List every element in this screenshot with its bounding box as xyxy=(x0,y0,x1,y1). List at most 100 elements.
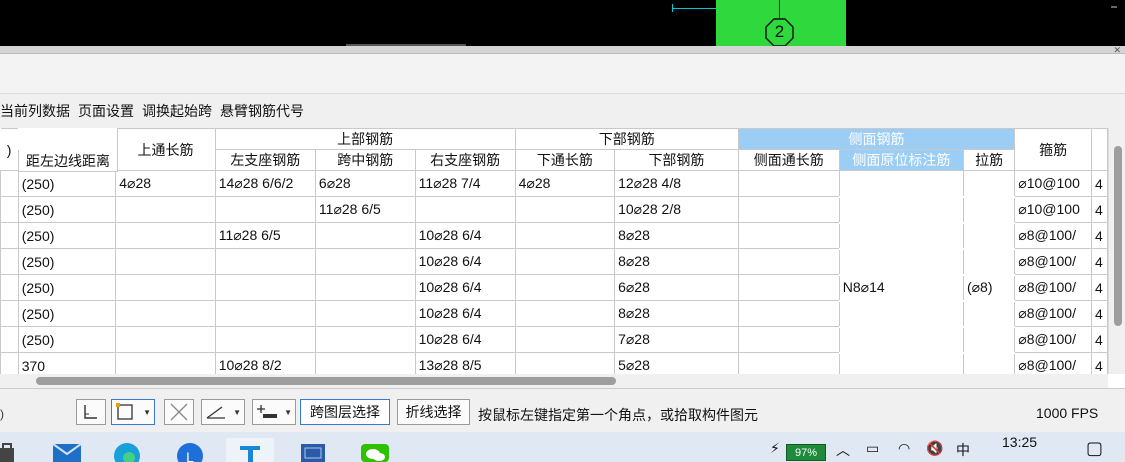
cell-top-through[interactable] xyxy=(115,222,216,249)
row-lead-cell[interactable] xyxy=(0,222,19,249)
menu-page-setup[interactable]: 页面设置 xyxy=(78,101,134,121)
wechat-icon[interactable] xyxy=(360,438,390,462)
cell-bottom-through[interactable] xyxy=(514,300,616,327)
edge-browser-icon[interactable] xyxy=(112,438,142,462)
cell-top-through[interactable] xyxy=(115,326,216,353)
header-side-rebar[interactable]: 侧面钢筋 xyxy=(737,128,1016,150)
cell-tie-bar[interactable]: (⌀8) xyxy=(962,274,1016,302)
cell-tie-bar[interactable] xyxy=(962,326,1016,354)
cell-mid-span[interactable] xyxy=(314,300,416,327)
cell-side-through[interactable] xyxy=(737,352,840,374)
wifi-icon[interactable]: ◠ xyxy=(898,440,910,457)
cell-stirrup[interactable]: ⌀8@100/ xyxy=(1014,248,1092,275)
cell-bottom-rebar[interactable]: 8⌀28 xyxy=(614,300,739,327)
cell-side-through[interactable] xyxy=(737,300,840,327)
cell-bottom-through[interactable] xyxy=(514,248,616,275)
cell-side-original[interactable] xyxy=(838,196,964,224)
select-box-button[interactable]: ▼ xyxy=(111,399,155,425)
menu-swap-start-span[interactable]: 调换起始跨 xyxy=(142,101,212,121)
cell-side-original[interactable] xyxy=(838,326,964,354)
delete-button[interactable] xyxy=(164,399,194,425)
cell-right-support[interactable]: 10⌀28 6/4 xyxy=(414,222,516,249)
polyline-select-button[interactable]: 折线选择 xyxy=(397,399,470,425)
row-lead-cell[interactable] xyxy=(0,196,19,223)
cell-side-original[interactable]: N8⌀14 xyxy=(838,274,964,302)
menu-cantilever-code[interactable]: 悬臂钢筋代号 xyxy=(220,101,304,121)
table-row[interactable]: 370 10⌀28 8/2 13⌀28 8/5 5⌀28 ⌀8@100/4 xyxy=(0,352,1108,374)
cell-bottom-through[interactable] xyxy=(514,222,616,249)
cell-side-original[interactable] xyxy=(838,352,964,374)
cell-extra[interactable]: 4 xyxy=(1090,196,1108,223)
cell-side-through[interactable] xyxy=(737,196,840,223)
cell-left-support[interactable]: 10⌀28 8/2 xyxy=(214,352,316,374)
cell-mid-span[interactable] xyxy=(314,222,416,249)
cell-bottom-rebar[interactable]: 5⌀28 xyxy=(614,352,739,374)
vertical-scroll-thumb[interactable] xyxy=(1114,146,1122,326)
gtj-app-icon[interactable] xyxy=(226,438,274,462)
cell-left-support[interactable]: 11⌀28 6/5 xyxy=(214,222,316,249)
cell-tie-bar[interactable] xyxy=(962,196,1016,224)
row-lead-cell[interactable] xyxy=(0,352,19,374)
cell-right-support[interactable]: 10⌀28 6/4 xyxy=(414,274,516,301)
cell-side-through[interactable] xyxy=(737,274,840,301)
cell-stirrup[interactable]: ⌀10@100 xyxy=(1014,170,1092,197)
power-plug-icon[interactable]: ⚡ xyxy=(770,440,780,457)
cell-left-edge-distance[interactable]: (250) xyxy=(17,300,117,327)
cell-left-edge-distance[interactable]: (250) xyxy=(17,170,117,197)
cell-tie-bar[interactable] xyxy=(962,170,1016,198)
cell-mid-span[interactable] xyxy=(314,248,416,275)
cell-left-support[interactable] xyxy=(214,248,316,275)
table-row[interactable]: (250) 11⌀28 6/5 10⌀28 2/8 ⌀10@100 4 xyxy=(0,196,1108,224)
cell-top-through[interactable] xyxy=(115,352,216,374)
notification-icon[interactable]: ▢ xyxy=(1086,438,1103,459)
ime-indicator[interactable]: 中 xyxy=(956,440,970,460)
cell-stirrup[interactable]: ⌀10@100 xyxy=(1014,196,1092,223)
chevron-up-icon[interactable]: ︿ xyxy=(836,440,850,460)
cell-bottom-through[interactable] xyxy=(514,196,616,223)
cell-extra[interactable]: 4 xyxy=(1090,248,1108,275)
cell-stirrup[interactable]: ⌀8@100/ xyxy=(1014,274,1092,301)
cell-bottom-rebar[interactable]: 7⌀28 xyxy=(614,326,739,353)
cell-left-edge-distance[interactable]: (250) xyxy=(17,326,117,353)
row-lead-cell[interactable] xyxy=(0,170,19,197)
table-row[interactable]: (250) 11⌀28 6/5 10⌀28 6/4 8⌀28 ⌀8@100/4 xyxy=(0,222,1108,250)
cell-extra[interactable]: 4 xyxy=(1090,274,1108,301)
table-row[interactable]: (250) 10⌀28 6/4 6⌀28 N8⌀14 (⌀8) ⌀8@100/4 xyxy=(0,274,1108,302)
table-row[interactable]: (250) 10⌀28 6/4 8⌀28 ⌀8@100/4 xyxy=(0,248,1108,276)
cell-side-through[interactable] xyxy=(737,170,840,197)
cell-side-original[interactable] xyxy=(838,300,964,328)
cell-bottom-rebar[interactable]: 6⌀28 xyxy=(614,274,739,301)
cell-side-through[interactable] xyxy=(737,248,840,275)
cell-left-edge-distance[interactable]: (250) xyxy=(17,222,117,249)
cell-side-through[interactable] xyxy=(737,222,840,249)
cell-bottom-rebar[interactable]: 10⌀28 2/8 xyxy=(614,196,739,223)
row-lead-cell[interactable] xyxy=(0,326,19,353)
taskbar-clock[interactable]: 13:25 xyxy=(1002,434,1037,450)
cell-extra[interactable]: 4 xyxy=(1090,222,1108,249)
cell-right-support[interactable]: 10⌀28 6/4 xyxy=(414,248,516,275)
cell-left-support[interactable]: 14⌀28 6/6/2 xyxy=(214,170,316,197)
cell-side-original[interactable] xyxy=(838,222,964,250)
device-icon[interactable]: ▭ xyxy=(866,440,879,457)
cell-side-original[interactable] xyxy=(838,170,964,198)
cell-extra[interactable]: 4 xyxy=(1090,326,1108,353)
row-lead-cell[interactable] xyxy=(0,248,19,275)
table-row[interactable]: (250) 10⌀28 6/4 7⌀28 ⌀8@100/4 xyxy=(0,326,1108,354)
cell-extra[interactable]: 4 xyxy=(1090,170,1108,197)
cell-left-support[interactable] xyxy=(214,274,316,301)
cell-tie-bar[interactable] xyxy=(962,352,1016,374)
cell-left-edge-distance[interactable]: 370 xyxy=(17,352,117,374)
cell-top-through[interactable] xyxy=(115,300,216,327)
cell-mid-span[interactable] xyxy=(314,326,416,353)
cell-left-edge-distance[interactable]: (250) xyxy=(17,196,117,223)
cell-left-support[interactable] xyxy=(214,196,316,223)
lark-app-icon[interactable]: L xyxy=(175,438,205,462)
cad-app-icon[interactable] xyxy=(298,438,328,462)
cell-tie-bar[interactable] xyxy=(962,248,1016,276)
cell-mid-span[interactable]: 11⌀28 6/5 xyxy=(314,196,416,223)
cell-top-through[interactable] xyxy=(115,196,216,223)
cell-bottom-through[interactable] xyxy=(514,352,616,374)
ortho-mode-button[interactable] xyxy=(76,399,106,425)
cell-right-support[interactable]: 10⌀28 6/4 xyxy=(414,326,516,353)
cell-right-support[interactable]: 13⌀28 8/5 xyxy=(414,352,516,374)
